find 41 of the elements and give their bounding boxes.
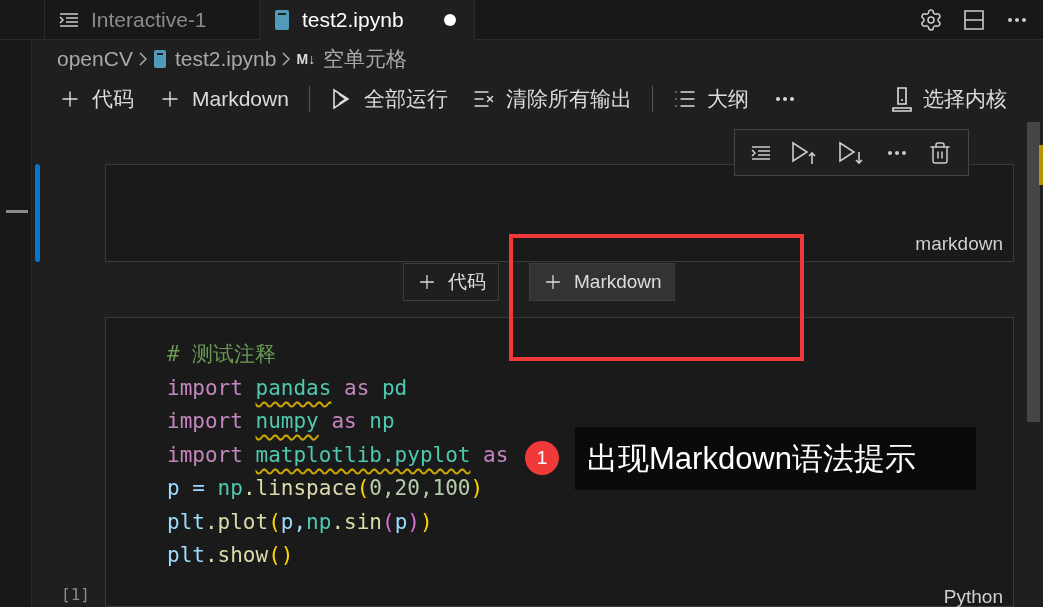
breadcrumb-item[interactable]: test2.ipynb	[174, 46, 277, 71]
split-editor-icon[interactable]	[963, 8, 985, 31]
run-all-button[interactable]: 全部运行	[317, 85, 460, 114]
list-icon	[750, 144, 771, 161]
delete-icon[interactable]	[928, 140, 953, 165]
outline-button[interactable]: 大纲	[660, 85, 761, 114]
breadcrumb-item[interactable]: openCV	[57, 46, 133, 71]
chevron-icon	[138, 51, 147, 66]
scroll-marker	[1039, 145, 1043, 185]
clear-outputs-button[interactable]: 清除所有输出	[459, 85, 644, 114]
scrollbar-thumb[interactable]	[1027, 122, 1040, 422]
kernel-icon	[891, 86, 913, 113]
settings-icon[interactable]	[919, 7, 943, 32]
cell-language[interactable]: markdown	[915, 233, 1003, 255]
code-line: # 测试注释	[167, 341, 277, 368]
markdown-icon-label: M↓	[296, 50, 316, 67]
breadcrumb-item[interactable]: 空单元格	[323, 44, 408, 73]
run-below-icon[interactable]	[837, 139, 866, 166]
notebook-icon	[274, 9, 290, 31]
code-line: import pandas as pd	[167, 374, 408, 402]
list-icon	[59, 11, 79, 28]
insert-cell-button[interactable]: 代码	[403, 263, 499, 301]
insert-cell-button[interactable]: Markdown	[529, 263, 675, 301]
code-line: plt.plot(p,np.sin(p))	[167, 508, 433, 536]
code-line: import matplotlib.pyplot as	[167, 441, 509, 469]
editor-tab[interactable]: test2.ipynb	[260, 0, 475, 40]
cell-language[interactable]: Python	[943, 586, 1003, 607]
code-line: p = np.linspace(0,20,100)	[167, 475, 484, 502]
add-cell-button[interactable]: 代码	[46, 85, 146, 114]
annotation-caption: 出现Markdown语法提示	[575, 427, 976, 490]
select-kernel-button[interactable]: 选择内核	[879, 85, 1019, 114]
code-line: plt.show()	[167, 542, 294, 569]
notebook-icon	[152, 48, 167, 69]
tab-label: Interactive-1	[91, 7, 207, 32]
tab-label: test2.ipynb	[302, 8, 404, 32]
modified-dot[interactable]	[444, 14, 456, 26]
markdown-cell[interactable]: markdown	[105, 164, 1014, 262]
execution-count: [1]	[61, 585, 90, 604]
chevron-icon	[282, 51, 291, 66]
code-line: import numpy as np	[167, 408, 395, 435]
add-cell-button[interactable]: Markdown	[146, 87, 301, 112]
